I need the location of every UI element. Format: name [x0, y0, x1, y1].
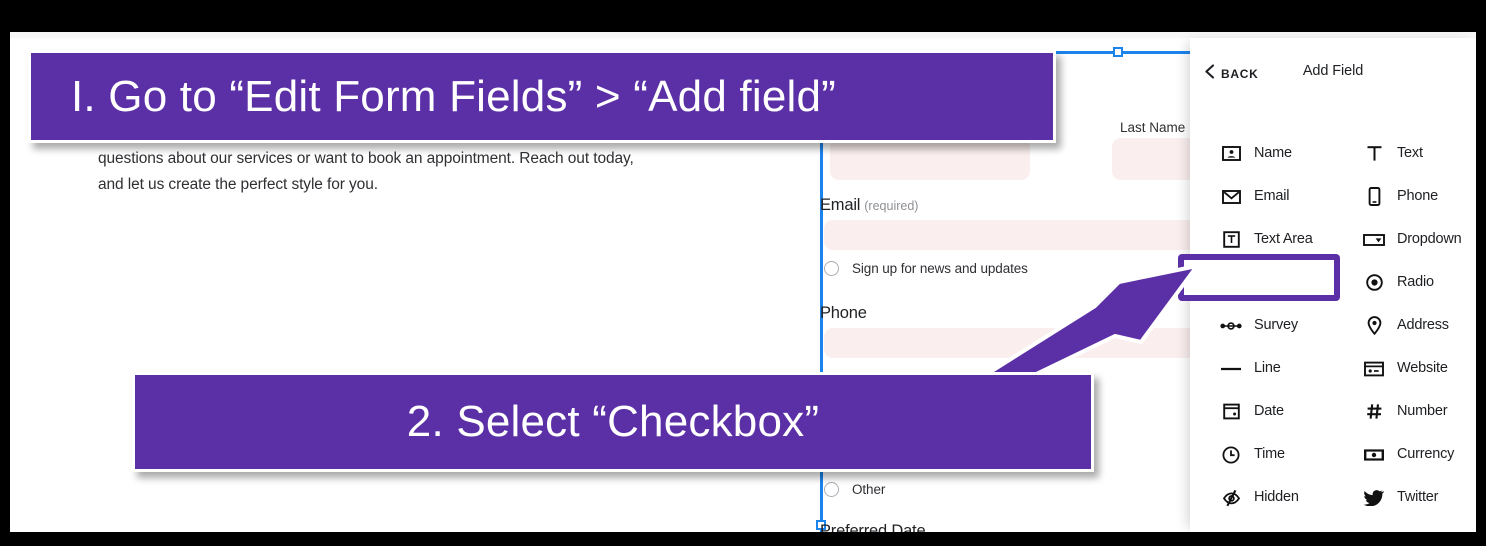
image-frame: We’d love to help you look and feel your…: [0, 0, 1486, 546]
field-option-website[interactable]: Website: [1333, 347, 1476, 390]
file-upload-icon: [1220, 531, 1242, 533]
phone-field-label: Phone: [820, 304, 867, 323]
field-option-label: Website: [1397, 360, 1448, 376]
name-card-icon: [1220, 145, 1242, 162]
phone-label-text: Phone: [820, 304, 867, 322]
add-field-panel: BACK Add Field Name Text Email Phone Tex…: [1178, 38, 1476, 532]
callout-step-2: 2. Select “Checkbox”: [132, 372, 1094, 472]
field-option-hidden[interactable]: Hidden: [1190, 476, 1333, 519]
email-field-label: Email (required): [820, 196, 918, 215]
choice-signup[interactable]: Sign up for news and updates: [824, 261, 1028, 276]
field-option-dropdown[interactable]: Dropdown: [1333, 218, 1476, 261]
text-t-icon: [1363, 145, 1385, 162]
survey-dots-icon: [1220, 321, 1242, 331]
field-row: Line Website: [1190, 347, 1476, 390]
field-row: Name Text: [1190, 132, 1476, 175]
field-option-label: Twitter: [1397, 489, 1439, 505]
email-required-hint: (required): [864, 199, 919, 213]
field-row: Text Area Dropdown: [1190, 218, 1476, 261]
field-option-number[interactable]: Number: [1333, 390, 1476, 433]
field-option-line[interactable]: Line: [1190, 347, 1333, 390]
field-option-label: Phone: [1397, 188, 1438, 204]
field-option-empty: [1333, 519, 1476, 532]
field-row: Date Number: [1190, 390, 1476, 433]
field-option-label: Line: [1254, 360, 1281, 376]
twitter-bird-icon: [1363, 489, 1385, 506]
preferred-date-label: Preferred Date: [820, 522, 926, 532]
field-option-label: Radio: [1397, 274, 1434, 290]
clock-icon: [1220, 446, 1242, 464]
email-label-text: Email: [820, 196, 861, 214]
field-option-label: Time: [1254, 446, 1285, 462]
date-icon: [1220, 403, 1242, 420]
choice-other[interactable]: Other: [824, 482, 885, 497]
field-row: Hidden Twitter: [1190, 476, 1476, 519]
field-row: Time Currency: [1190, 433, 1476, 476]
field-option-label: Date: [1254, 403, 1284, 419]
mobile-phone-icon: [1363, 187, 1385, 206]
banknote-icon: [1363, 448, 1385, 462]
radio-circle-icon: [824, 482, 839, 497]
selection-handle-top[interactable]: [1113, 47, 1123, 57]
dropdown-icon: [1363, 233, 1385, 247]
field-option-label: Survey: [1254, 317, 1298, 333]
field-option-label: Dropdown: [1397, 231, 1462, 247]
field-option-label: Email: [1254, 188, 1290, 204]
field-type-grid: Name Text Email Phone Text Area Dropdown…: [1190, 132, 1476, 532]
field-option-text[interactable]: Text: [1333, 132, 1476, 175]
hash-number-icon: [1363, 403, 1385, 420]
field-option-label: Number: [1397, 403, 1448, 419]
eye-slash-icon: [1220, 489, 1242, 507]
field-option-time[interactable]: Time: [1190, 433, 1333, 476]
field-row: Survey Address: [1190, 304, 1476, 347]
field-option-twitter[interactable]: Twitter: [1333, 476, 1476, 519]
preferred-date-label-text: Preferred Date: [820, 522, 926, 532]
field-row: Email Phone: [1190, 175, 1476, 218]
field-option-phone[interactable]: Phone: [1333, 175, 1476, 218]
field-option-currency[interactable]: Currency: [1333, 433, 1476, 476]
map-pin-icon: [1363, 316, 1385, 335]
field-option-date[interactable]: Date: [1190, 390, 1333, 433]
field-option-label: Hidden: [1254, 489, 1299, 505]
field-option-label: Currency: [1397, 446, 1455, 462]
field-option-label: Name: [1254, 145, 1292, 161]
choice-other-label: Other: [852, 482, 886, 497]
callout-step-1-text: I. Go to “Edit Form Fields” > “Add field…: [71, 71, 836, 121]
callout-step-1: I. Go to “Edit Form Fields” > “Add field…: [28, 50, 1056, 143]
panel-header: BACK Add Field: [1190, 38, 1476, 94]
checkbox-icon: [1220, 274, 1242, 291]
text-area-icon: [1220, 231, 1242, 248]
envelope-icon: [1220, 189, 1242, 205]
first-name-input[interactable]: [830, 138, 1030, 180]
website-icon: [1363, 361, 1385, 377]
field-option-label: Text Area: [1254, 231, 1313, 247]
panel-title: Add Field: [1302, 63, 1364, 79]
horizontal-line-icon: [1220, 366, 1242, 372]
field-option-radio[interactable]: Radio: [1333, 261, 1476, 304]
field-option-email[interactable]: Email: [1190, 175, 1333, 218]
last-name-label: Last Name: [1120, 120, 1186, 135]
field-option-text-area[interactable]: Text Area: [1190, 218, 1333, 261]
field-option-label: Text: [1397, 145, 1423, 161]
choice-signup-label: Sign up for news and updates: [852, 261, 1028, 276]
callout-step-2-text: 2. Select “Checkbox”: [406, 397, 820, 446]
field-option-survey[interactable]: Survey: [1190, 304, 1333, 347]
field-option-label: Address: [1397, 317, 1449, 333]
app-screenshot-canvas: We’d love to help you look and feel your…: [10, 32, 1476, 532]
field-row: File Upload: [1190, 519, 1476, 532]
field-option-address[interactable]: Address: [1333, 304, 1476, 347]
field-option-checkbox[interactable]: Checkbox: [1190, 261, 1333, 304]
field-option-label: Checkbox: [1254, 274, 1317, 290]
radio-circle-icon: [824, 261, 839, 276]
field-option-file-upload[interactable]: File Upload: [1190, 519, 1333, 532]
field-option-name[interactable]: Name: [1190, 132, 1333, 175]
email-input[interactable]: [824, 220, 1224, 250]
field-row: Checkbox Radio: [1190, 261, 1476, 304]
radio-button-icon: [1363, 274, 1385, 291]
phone-input[interactable]: [824, 328, 1224, 358]
